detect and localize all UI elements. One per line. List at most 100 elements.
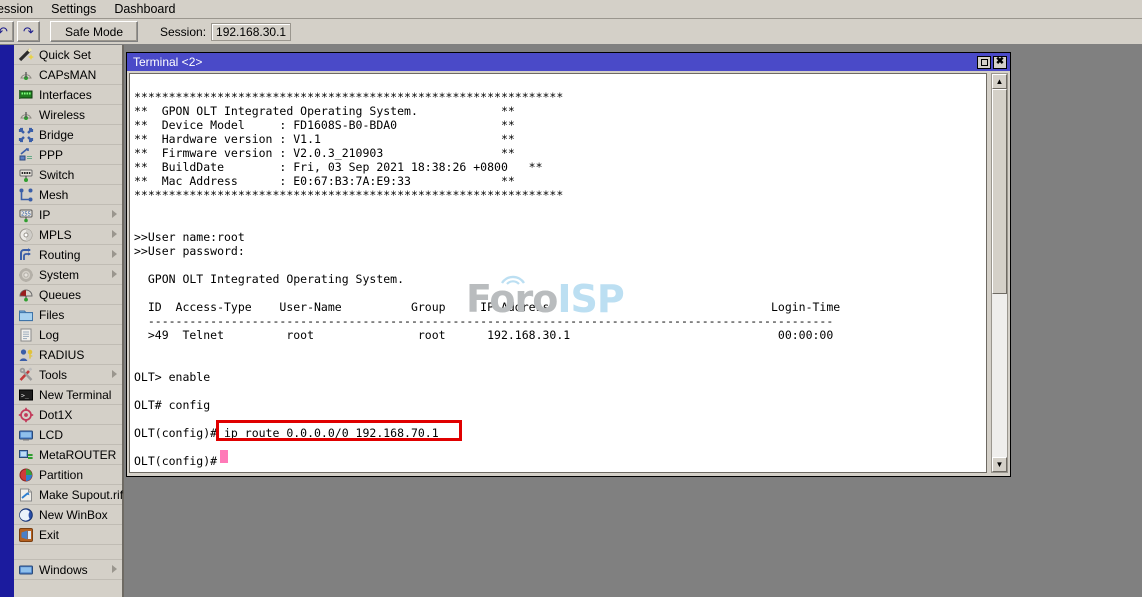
scroll-down-icon[interactable]: ▼ (992, 457, 1007, 472)
supout-icon (18, 487, 34, 503)
sidebar-item-switch[interactable]: Switch (14, 165, 122, 185)
sidebar-item-label: Mesh (39, 188, 68, 202)
sidebar-item-label: CAPsMAN (39, 68, 96, 82)
sidebar-item-label: Files (39, 308, 64, 322)
chevron-right-icon (112, 230, 117, 238)
chevron-right-icon (112, 565, 117, 573)
session-label: Session: (160, 25, 206, 39)
sidebar-item-label: MPLS (39, 228, 72, 242)
sidebar-item-tools[interactable]: Tools (14, 365, 122, 385)
winbox-vertical-strip: WinBox (0, 45, 14, 597)
sidebar-item-windows[interactable]: Windows (14, 560, 122, 580)
metarouter-icon (18, 447, 34, 463)
ppp-icon (18, 147, 34, 163)
bridge-icon (18, 127, 34, 143)
dot1x-icon (18, 407, 34, 423)
redo-arrow-icon[interactable]: ↷ (17, 21, 40, 42)
log-icon (18, 327, 34, 343)
sidebar-item-capsman[interactable]: CAPsMAN (14, 65, 122, 85)
terminal-window: Terminal <2> ✖ *************************… (126, 52, 1011, 477)
sidebar-item-label: System (39, 268, 79, 282)
exit-icon (18, 527, 34, 543)
close-icon[interactable]: ✖ (993, 56, 1007, 69)
sidebar-item-label: New Terminal (39, 388, 111, 402)
sidebar-separator (14, 545, 122, 560)
menu-item-dashboard[interactable]: Dashboard (105, 1, 184, 18)
sidebar-item-label: Partition (39, 468, 83, 482)
sidebar-item-log[interactable]: Log (14, 325, 122, 345)
sidebar-item-queues[interactable]: Queues (14, 285, 122, 305)
windows-icon (18, 562, 34, 578)
sidebar-item-ip[interactable]: 255 IP (14, 205, 122, 225)
antenna-icon (18, 67, 34, 83)
radius-icon (18, 347, 34, 363)
routing-icon (18, 247, 34, 263)
sidebar-item-partition[interactable]: Partition (14, 465, 122, 485)
svg-text:>_: >_ (21, 391, 29, 399)
sidebar-item-label: Windows (39, 563, 88, 577)
winbox-icon (18, 507, 34, 523)
sidebar-item-mesh[interactable]: Mesh (14, 185, 122, 205)
maximize-icon[interactable] (977, 56, 991, 69)
sidebar-item-system[interactable]: System (14, 265, 122, 285)
sidebar-item-label: Wireless (39, 108, 85, 122)
scroll-up-icon[interactable]: ▲ (992, 74, 1007, 89)
sidebar-item-label: IP (39, 208, 50, 222)
terminal-window-buttons: ✖ (977, 56, 1010, 69)
sidebar-item-wireless[interactable]: Wireless (14, 105, 122, 125)
sidebar-item-mpls[interactable]: MPLS (14, 225, 122, 245)
sidebar-item-files[interactable]: Files (14, 305, 122, 325)
sidebar-item-quick-set[interactable]: Quick Set (14, 45, 122, 65)
folder-icon (18, 307, 34, 323)
sidebar-item-label: MetaROUTER (39, 448, 116, 462)
terminal-titlebar[interactable]: Terminal <2> ✖ (127, 53, 1010, 71)
sidebar-menu: Quick Set CAPsMAN Interfaces Wireless Bridge… (14, 45, 124, 597)
sidebar-item-dot1x[interactable]: Dot1X (14, 405, 122, 425)
sidebar-item-label: Log (39, 328, 59, 342)
sidebar-item-label: New WinBox (39, 508, 108, 522)
menu-item-settings[interactable]: Settings (42, 1, 105, 18)
sidebar-item-bridge[interactable]: Bridge (14, 125, 122, 145)
menu-item-session[interactable]: ession (0, 1, 42, 18)
mesh-icon (18, 187, 34, 203)
safe-mode-button[interactable]: Safe Mode (50, 21, 138, 42)
sidebar-item-label: RADIUS (39, 348, 84, 362)
sidebar-item-routing[interactable]: Routing (14, 245, 122, 265)
sidebar-item-label: LCD (39, 428, 63, 442)
sidebar-item-metarouter[interactable]: MetaROUTER (14, 445, 122, 465)
sidebar-item-label: Interfaces (39, 88, 92, 102)
sidebar-item-label: Queues (39, 288, 81, 302)
sidebar-item-label: Switch (39, 168, 74, 182)
maximize-square (981, 59, 988, 66)
lcd-icon (18, 427, 34, 443)
sidebar-item-new-winbox[interactable]: New WinBox (14, 505, 122, 525)
sidebar-item-label: Routing (39, 248, 80, 262)
sidebar-item-label: Tools (39, 368, 67, 382)
sidebar-item-new-terminal[interactable]: >_ New Terminal (14, 385, 122, 405)
session-address-field[interactable]: 192.168.30.1 (211, 23, 291, 41)
switch-icon (18, 167, 34, 183)
menubar: ession Settings Dashboard (0, 0, 1142, 19)
terminal-console[interactable]: ****************************************… (129, 73, 987, 473)
undo-arrow-icon[interactable]: ↶ (0, 21, 14, 42)
svg-text:255: 255 (21, 211, 31, 217)
terminal-icon: >_ (18, 387, 34, 403)
sidebar-item-exit[interactable]: Exit (14, 525, 122, 545)
terminal-title: Terminal <2> (133, 55, 202, 69)
sidebar-item-radius[interactable]: RADIUS (14, 345, 122, 365)
sidebar-item-label: Dot1X (39, 408, 72, 422)
sidebar-item-lcd[interactable]: LCD (14, 425, 122, 445)
chevron-right-icon (112, 210, 117, 218)
sidebar-item-label: PPP (39, 148, 63, 162)
chevron-right-icon (112, 370, 117, 378)
sidebar-item-label: Bridge (39, 128, 74, 142)
antenna-icon (18, 107, 34, 123)
sidebar-item-interfaces[interactable]: Interfaces (14, 85, 122, 105)
terminal-scrollbar[interactable]: ▲ ▼ (991, 73, 1008, 473)
scrollbar-track[interactable] (992, 89, 1007, 457)
sidebar-item-make-supout-rif[interactable]: Make Supout.rif (14, 485, 122, 505)
sidebar-item-ppp[interactable]: PPP (14, 145, 122, 165)
sidebar-item-label: Exit (39, 528, 59, 542)
scrollbar-thumb[interactable] (992, 89, 1007, 294)
chevron-right-icon (112, 270, 117, 278)
